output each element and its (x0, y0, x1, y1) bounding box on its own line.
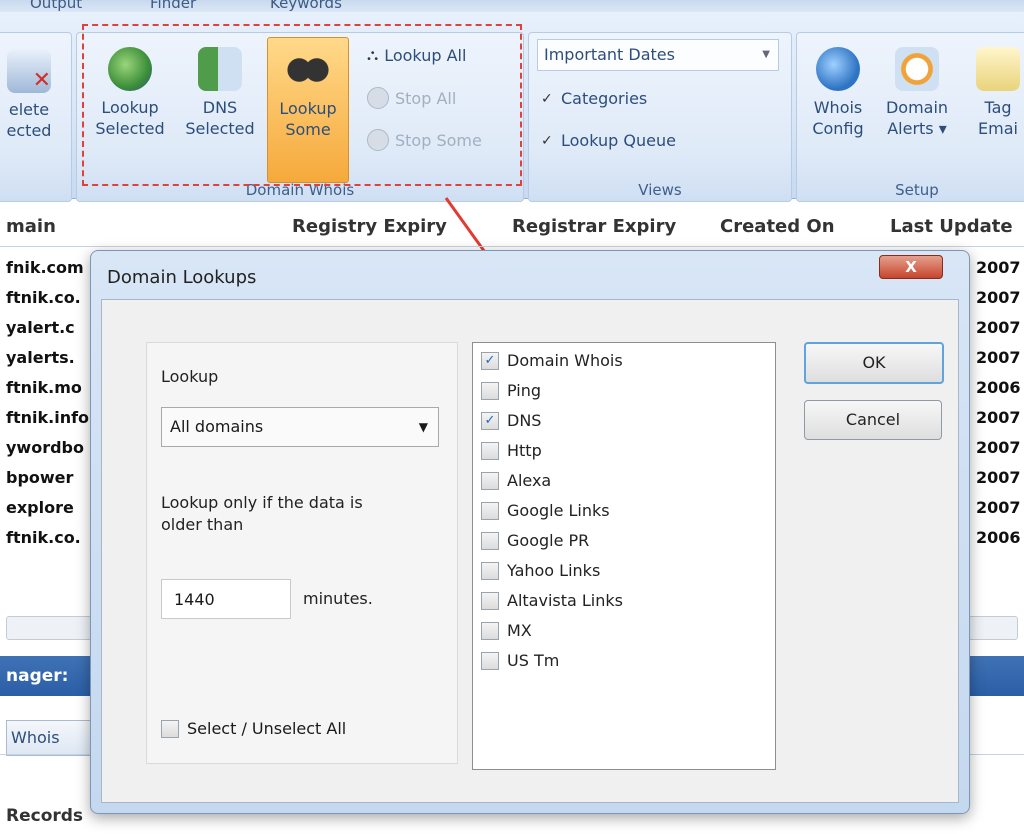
checkbox-box (481, 591, 499, 610)
table-row[interactable]: ftnik.co. (6, 288, 81, 307)
list-item[interactable]: Alexa (481, 471, 551, 490)
dialog-title: Domain Lookups (107, 267, 257, 288)
list-item[interactable]: Http (481, 441, 542, 460)
minutes-input[interactable]: 1440 (161, 579, 291, 619)
list-item[interactable]: Yahoo Links (481, 561, 600, 580)
table-cell-last-update: 2007 (976, 438, 1021, 457)
manager-label: nager: (6, 666, 69, 686)
checkbox-box (481, 501, 499, 520)
checkbox-checked-icon: ✓ (481, 351, 499, 370)
col-header-registrar-expiry[interactable]: Registrar Expiry (512, 216, 676, 237)
list-item[interactable]: Google PR (481, 531, 589, 550)
col-header-registry-expiry[interactable]: Registry Expiry (292, 216, 447, 237)
close-icon: X (905, 258, 917, 276)
close-button[interactable]: X (879, 255, 943, 279)
checkbox-box (481, 441, 499, 460)
checkbox-box (481, 621, 499, 640)
chevron-down-icon: ▼ (418, 420, 428, 434)
older-than-text-1: Lookup only if the data is (161, 493, 363, 512)
checkbox-box (481, 531, 499, 550)
select-all-checkbox[interactable]: Select / Unselect All (161, 719, 346, 738)
cancel-button[interactable]: Cancel (804, 400, 942, 440)
table-row[interactable]: explore (6, 498, 74, 517)
list-item[interactable]: Altavista Links (481, 591, 623, 610)
table-cell-last-update: 2007 (976, 408, 1021, 427)
checkbox-box (481, 471, 499, 490)
col-header-last-update[interactable]: Last Update (890, 216, 1013, 237)
table-cell-last-update: 2007 (976, 468, 1021, 487)
list-item[interactable]: US Tm (481, 651, 559, 670)
table-row[interactable]: yalert.c (6, 318, 75, 337)
lookup-options-panel: Lookup All domains ▼ Lookup only if the … (146, 342, 458, 764)
list-item[interactable]: MX (481, 621, 532, 640)
checkbox-checked-icon: ✓ (481, 411, 499, 430)
table-row[interactable]: ftnik.co. (6, 528, 81, 547)
table-cell-last-update: 2007 (976, 258, 1021, 277)
list-item[interactable]: ✓ DNS (481, 411, 541, 430)
table-row[interactable]: yalerts. (6, 348, 75, 367)
dialog-body: Lookup All domains ▼ Lookup only if the … (101, 299, 959, 803)
older-than-text-2: older than (161, 515, 244, 534)
ok-button[interactable]: OK (804, 342, 944, 384)
minutes-label: minutes. (303, 589, 373, 608)
table-cell-last-update: 2007 (976, 318, 1021, 337)
checkbox-box (481, 651, 499, 670)
list-item[interactable]: Google Links (481, 501, 610, 520)
table-row[interactable]: ftnik.info (6, 408, 89, 427)
col-header-created-on[interactable]: Created On (720, 216, 835, 237)
table-cell-last-update: 2006 (976, 528, 1021, 547)
tab-whois[interactable]: Whois (6, 720, 92, 756)
list-item[interactable]: Ping (481, 381, 541, 400)
list-item[interactable]: ✓ Domain Whois (481, 351, 623, 370)
table-cell-last-update: 2007 (976, 348, 1021, 367)
table-row[interactable]: ywordbo (6, 438, 84, 457)
lookup-scope-select[interactable]: All domains ▼ (161, 407, 439, 447)
domain-lookups-dialog: Domain Lookups X Lookup All domains ▼ Lo… (90, 250, 970, 814)
table-cell-last-update: 2007 (976, 288, 1021, 307)
lookup-label: Lookup (161, 367, 219, 386)
checkbox-box (481, 561, 499, 580)
table-cell-last-update: 2007 (976, 498, 1021, 517)
table-row[interactable]: bpower (6, 468, 73, 487)
lookup-types-list: ✓ Domain Whois Ping ✓ DNS Http Alexa Googl… (472, 342, 776, 770)
table-row[interactable]: ftnik.mo (6, 378, 82, 397)
table-cell-last-update: 2006 (976, 378, 1021, 397)
checkbox-box (481, 381, 499, 400)
header-divider (0, 246, 1024, 247)
table-row[interactable]: fnik.com (6, 258, 84, 277)
records-label: Records (6, 806, 84, 826)
checkbox-box (161, 719, 179, 738)
col-header-domain[interactable]: main (6, 216, 56, 237)
